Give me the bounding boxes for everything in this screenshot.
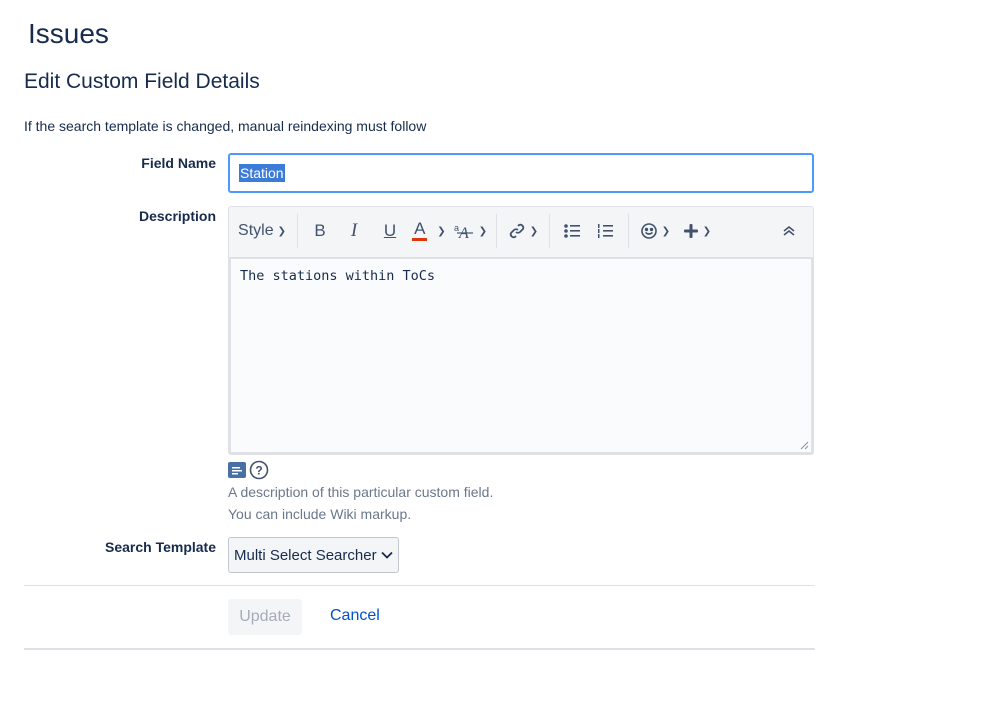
style-dropdown-label: Style [238,222,274,239]
text-mode-icon[interactable] [228,462,246,478]
update-button[interactable]: Update [228,599,302,635]
search-template-select[interactable]: Multi Select Searcher [228,537,399,573]
bold-button[interactable]: B [304,215,336,247]
chevron-down-icon: ❯ [437,225,446,237]
chevron-down-icon: ❯ [702,225,712,237]
chevron-down-icon [380,551,393,559]
section-title: Edit Custom Field Details [24,70,260,93]
description-help-line-1: A description of this particular custom … [228,484,494,500]
collapse-toolbar-button[interactable] [769,215,809,247]
chevron-down-icon: ❯ [277,225,286,237]
toolbar-divider [628,214,629,248]
style-dropdown[interactable]: Style ❯ [233,215,291,247]
text-color-button[interactable]: A ❯ [408,215,450,247]
bullet-list-button[interactable] [556,215,588,247]
chevron-down-icon: ❯ [529,225,539,237]
italic-icon: I [350,220,358,241]
text-color-letter: A [414,219,426,238]
page-title: Issues [28,18,109,49]
collapse-toolbar-icon [783,225,795,236]
search-template-value: Multi Select Searcher [234,546,377,564]
chevron-down-icon: ❯ [478,225,488,237]
toolbar-divider [496,214,497,248]
text-color-bar [412,238,428,241]
link-button[interactable]: ❯ [503,215,543,247]
underline-button[interactable]: U [372,215,408,247]
insert-plus-icon [683,224,698,238]
text-effects-button[interactable]: a A ❯ [450,215,490,247]
numbered-list-icon [598,224,613,238]
link-icon [509,223,524,239]
description-textarea[interactable]: The stations within ToCs [229,257,813,454]
underline-icon: U [383,221,397,240]
field-name-label: Field Name [141,155,216,171]
cancel-link[interactable]: Cancel [330,607,380,625]
search-template-label: Search Template [104,539,216,555]
toolbar-divider [549,214,550,248]
svg-text:?: ? [255,464,262,478]
toolbar-divider [297,214,298,248]
description-value: The stations within ToCs [240,268,436,284]
bullet-list-icon [564,224,580,238]
description-editor: Style ❯ B I U A ❯ a A ❯ ❯ ❯ ❯ The statio… [228,206,814,455]
help-icon[interactable]: ? [249,460,269,480]
editor-mode-icons: ? [228,460,269,480]
form-bottom-divider [24,648,815,650]
bold-icon: B [314,221,326,240]
description-help-line-2: You can include Wiki markup. [228,506,412,522]
field-name-input[interactable]: Station [228,153,814,193]
chevron-down-icon: ❯ [661,225,671,237]
field-name-value: Station [239,164,285,182]
emoji-button[interactable]: ❯ [635,215,675,247]
editor-toolbar: Style ❯ B I U A ❯ a A ❯ ❯ ❯ ❯ [229,207,813,255]
emoji-icon [640,223,657,239]
italic-button[interactable]: I [336,215,372,247]
resize-grip-icon[interactable] [799,440,809,450]
text-color-icon: A [412,219,428,241]
insert-more-button[interactable]: ❯ [675,215,719,247]
description-label: Description [138,208,216,224]
numbered-list-button[interactable] [588,215,622,247]
text-effects-icon: a A [454,223,473,240]
reindex-notice: If the search template is changed, manua… [24,118,427,134]
form-divider [24,585,815,586]
